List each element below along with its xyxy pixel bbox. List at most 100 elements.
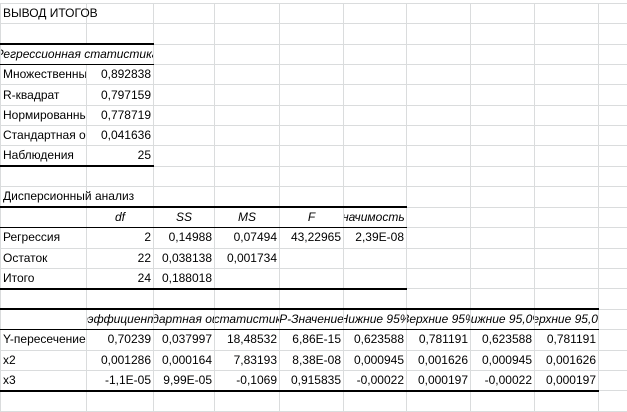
- coef-value[interactable]: 7,83193: [215, 350, 280, 370]
- cell[interactable]: [87, 289, 154, 309]
- coef-header[interactable]: Верхние 95%: [407, 309, 471, 330]
- stat-value[interactable]: 0,797159: [87, 85, 154, 105]
- cell[interactable]: [344, 85, 407, 105]
- anova-header[interactable]: F: [280, 207, 344, 228]
- cell[interactable]: [154, 146, 215, 167]
- anova-row-label[interactable]: Регрессия: [1, 228, 87, 248]
- cell[interactable]: [599, 228, 627, 248]
- cell[interactable]: [407, 146, 471, 167]
- anova-value[interactable]: 0,14988: [154, 228, 215, 248]
- coef-value[interactable]: 0,000945: [344, 350, 407, 370]
- cell[interactable]: [154, 289, 215, 309]
- cell[interactable]: [599, 44, 627, 65]
- cell[interactable]: [535, 126, 599, 146]
- coef-header[interactable]: Нижние 95,0%: [471, 309, 535, 330]
- anova-value[interactable]: 0,038138: [154, 248, 215, 268]
- cell[interactable]: [599, 166, 627, 186]
- anova-header[interactable]: MS: [215, 207, 280, 228]
- cell[interactable]: [215, 166, 280, 186]
- stat-label[interactable]: Наблюдения: [1, 146, 87, 167]
- cell[interactable]: [599, 126, 627, 146]
- cell[interactable]: [599, 248, 627, 268]
- coef-value[interactable]: 0,623588: [471, 330, 535, 350]
- anova-value[interactable]: 0,001734: [215, 248, 280, 268]
- cell[interactable]: [344, 248, 407, 268]
- cell[interactable]: [407, 248, 471, 268]
- stat-value[interactable]: 0,041636: [87, 126, 154, 146]
- cell[interactable]: [535, 44, 599, 65]
- coef-value[interactable]: 0,001626: [407, 350, 471, 370]
- cell[interactable]: [280, 65, 344, 85]
- cell[interactable]: [154, 166, 215, 186]
- cell[interactable]: [599, 24, 627, 44]
- anova-value[interactable]: 2,39E-08: [344, 228, 407, 248]
- report-title[interactable]: ВЫВОД ИТОГОВ: [1, 4, 87, 24]
- coef-value[interactable]: 0,037997: [154, 330, 215, 350]
- cell[interactable]: [407, 85, 471, 105]
- cell[interactable]: [154, 4, 215, 24]
- anova-row-label[interactable]: Остаток: [1, 248, 87, 268]
- anova-value[interactable]: 2: [87, 228, 154, 248]
- cell[interactable]: [344, 166, 407, 186]
- cell[interactable]: [215, 85, 280, 105]
- cell[interactable]: [280, 146, 344, 167]
- cell[interactable]: [344, 4, 407, 24]
- cell[interactable]: [407, 207, 471, 228]
- cell[interactable]: [154, 24, 215, 44]
- coef-header[interactable]: Стандартная ошибка: [154, 309, 215, 330]
- cell[interactable]: [407, 65, 471, 85]
- cell[interactable]: [599, 146, 627, 167]
- cell[interactable]: [535, 207, 599, 228]
- cell[interactable]: [407, 4, 471, 24]
- stat-value[interactable]: 0,892838: [87, 65, 154, 85]
- cell[interactable]: [154, 44, 215, 65]
- coef-header[interactable]: P-Значение: [280, 309, 344, 330]
- coef-value[interactable]: 0,915835: [280, 370, 344, 391]
- cell[interactable]: [407, 187, 471, 208]
- cell[interactable]: [535, 4, 599, 24]
- cell[interactable]: [407, 105, 471, 125]
- cell[interactable]: [344, 24, 407, 44]
- cell[interactable]: [215, 65, 280, 85]
- cell[interactable]: [1, 309, 87, 330]
- cell[interactable]: [215, 187, 280, 208]
- cell[interactable]: [471, 105, 535, 125]
- cell[interactable]: [87, 391, 154, 411]
- cell[interactable]: [344, 391, 407, 411]
- cell[interactable]: [535, 289, 599, 309]
- cell[interactable]: [471, 207, 535, 228]
- cell[interactable]: [535, 24, 599, 44]
- cell[interactable]: [154, 126, 215, 146]
- cell[interactable]: [215, 44, 280, 65]
- cell[interactable]: [471, 166, 535, 186]
- cell[interactable]: [215, 146, 280, 167]
- cell[interactable]: [154, 105, 215, 125]
- regression-stats-header[interactable]: Регрессионная статистика: [1, 44, 154, 65]
- cell[interactable]: [280, 289, 344, 309]
- cell[interactable]: [344, 105, 407, 125]
- cell[interactable]: [471, 228, 535, 248]
- coef-row-label[interactable]: x2: [1, 350, 87, 370]
- cell[interactable]: [1, 166, 87, 186]
- coef-value[interactable]: 0,000164: [154, 350, 215, 370]
- cell[interactable]: [599, 391, 627, 411]
- cell[interactable]: [599, 187, 627, 208]
- cell[interactable]: [599, 105, 627, 125]
- coef-header[interactable]: Коэффициенты: [87, 309, 154, 330]
- cell[interactable]: [535, 228, 599, 248]
- anova-header[interactable]: df: [87, 207, 154, 228]
- cell[interactable]: [215, 268, 280, 289]
- coef-value[interactable]: -0,00022: [471, 370, 535, 391]
- cell[interactable]: [535, 146, 599, 167]
- cell[interactable]: [280, 44, 344, 65]
- cell[interactable]: [471, 391, 535, 411]
- coef-value[interactable]: 0,70239: [87, 330, 154, 350]
- cell[interactable]: [344, 44, 407, 65]
- anova-value[interactable]: 24: [87, 268, 154, 289]
- coef-row-label[interactable]: Y-пересечение: [1, 330, 87, 350]
- stat-value[interactable]: 25: [87, 146, 154, 167]
- cell[interactable]: [471, 85, 535, 105]
- cell[interactable]: [215, 289, 280, 309]
- cell[interactable]: [599, 370, 627, 391]
- cell[interactable]: [1, 289, 87, 309]
